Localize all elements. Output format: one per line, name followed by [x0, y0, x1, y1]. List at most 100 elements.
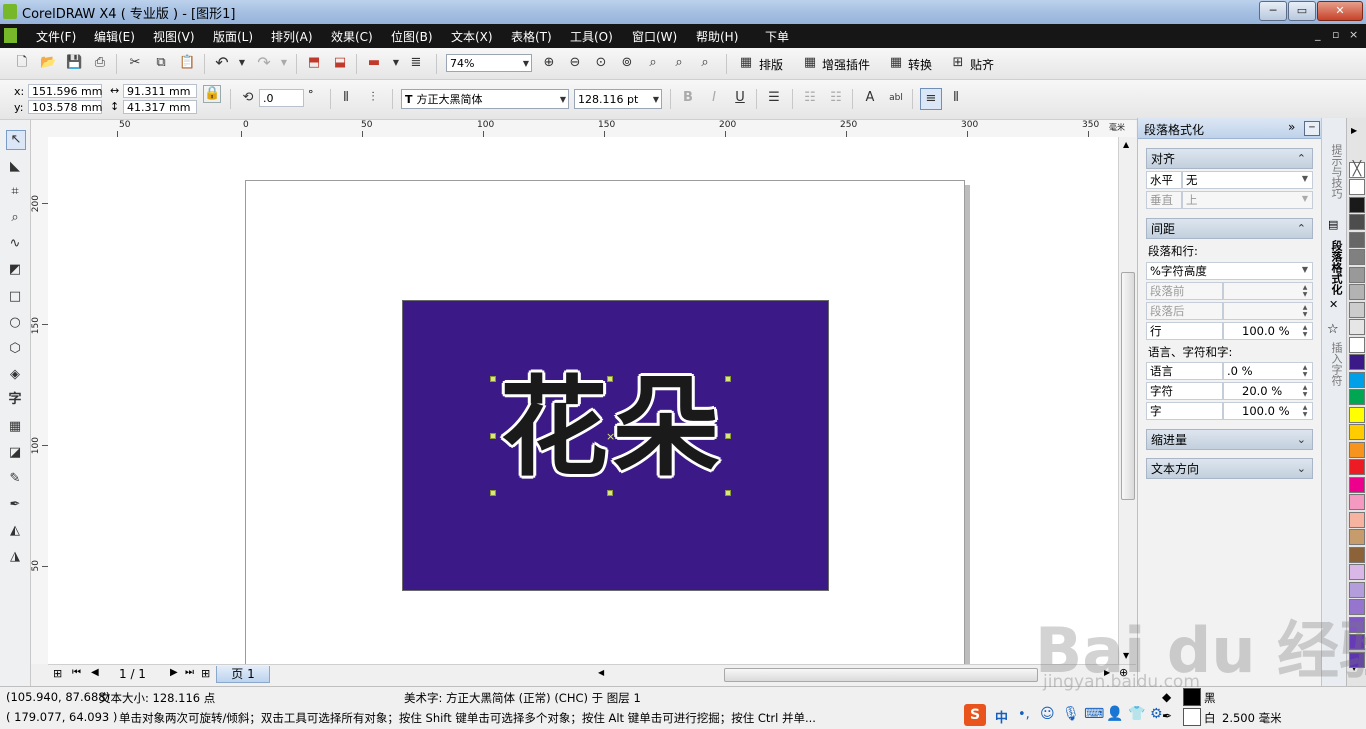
color-swatch[interactable] [1349, 564, 1365, 580]
word-spacing-field[interactable]: 100.0 % ▲ ▼ [1223, 402, 1313, 420]
polygon-tool-icon[interactable]: ⬡ [6, 340, 24, 358]
no-color-swatch[interactable]: ╳ [1349, 162, 1365, 178]
basic-shapes-icon[interactable]: ◈ [6, 366, 24, 384]
new-icon[interactable]: 🗋 [14, 55, 30, 71]
last-page-icon[interactable]: ⏭ [185, 667, 194, 678]
char-spacing-field[interactable]: 20.0 % ▲ ▼ [1223, 382, 1313, 400]
horizontal-text-icon[interactable]: ≡ [920, 88, 942, 110]
drop-cap-icon[interactable]: ☷ [828, 90, 844, 106]
color-swatch[interactable] [1349, 197, 1365, 213]
docker-minimize-button[interactable]: ─ [1304, 121, 1320, 136]
font-family-combo[interactable]: T 方正大黑简体 ▼ [401, 89, 569, 109]
vertical-ruler[interactable]: 200 150 100 50 [31, 137, 49, 664]
print-icon[interactable]: ⎙ [92, 55, 108, 71]
menu-order[interactable]: 下单 [765, 28, 789, 45]
spinner-icon[interactable]: ▲ ▼ [1299, 404, 1311, 418]
spinner-icon[interactable]: ▲ ▼ [1299, 304, 1311, 318]
zoom-tool-icon[interactable]: ⌕ [6, 209, 24, 227]
layout-icon[interactable]: ▦ [738, 55, 754, 71]
convert-button[interactable]: 转换 [908, 56, 932, 73]
selection-handle[interactable] [607, 490, 613, 496]
tab-insert-character[interactable]: 插入字符 [1328, 342, 1344, 386]
selection-handle[interactable] [490, 490, 496, 496]
zoom-width-icon[interactable]: ⌕ [671, 55, 687, 71]
zoom-all-icon[interactable]: ⊚ [619, 55, 635, 71]
artistic-text[interactable]: 花朵 [500, 369, 724, 489]
convert-icon[interactable]: ▦ [888, 55, 904, 71]
color-swatch[interactable] [1349, 267, 1365, 283]
section-align-header[interactable]: 对齐 ⌃ [1146, 148, 1313, 169]
selection-handle[interactable] [490, 433, 496, 439]
enhance-plugin-button[interactable]: 增强插件 [822, 56, 870, 73]
color-swatch[interactable] [1349, 512, 1365, 528]
character-format-icon[interactable]: abl [888, 90, 904, 106]
snap-button[interactable]: 贴齐 [970, 56, 994, 73]
scroll-up-icon[interactable]: ▲ [1123, 140, 1129, 149]
color-swatch[interactable] [1349, 284, 1365, 300]
emoji-icon[interactable]: ☺ [1040, 706, 1055, 722]
zoom-level-combo[interactable]: 74% ▼ [446, 54, 532, 72]
height-field[interactable]: 41.317 mm [123, 100, 197, 114]
menu-arrange[interactable]: 排列(A) [271, 28, 313, 45]
spinner-icon[interactable]: ▲ ▼ [1299, 324, 1311, 338]
crop-tool-icon[interactable]: ⌗ [6, 183, 24, 201]
language-spacing-field[interactable]: .0 % ▲ ▼ [1223, 362, 1313, 380]
menu-layout[interactable]: 版面(L) [213, 28, 253, 45]
redo-icon[interactable]: ↷ [256, 55, 272, 71]
selection-handle[interactable] [725, 490, 731, 496]
cut-icon[interactable]: ✂ [127, 55, 143, 71]
align-horizontal-select[interactable]: 无 ▼ [1182, 171, 1313, 189]
zoom-selected-icon[interactable]: ⊙ [593, 55, 609, 71]
color-swatch[interactable] [1349, 529, 1365, 545]
lock-ratio-icon[interactable]: 🔒 [203, 85, 221, 103]
menu-table[interactable]: 表格(T) [511, 28, 552, 45]
menu-edit[interactable]: 编辑(E) [94, 28, 135, 45]
chevron-down-icon[interactable]: ▼ [234, 55, 250, 71]
plugin-icon[interactable]: ▦ [802, 55, 818, 71]
welcome-screen-icon[interactable]: ≣ [408, 55, 424, 71]
minimize-button[interactable]: ─ [1259, 1, 1287, 21]
bullet-list-icon[interactable]: ☷ [802, 90, 818, 106]
prev-page-icon[interactable]: ◀ [91, 667, 99, 678]
keyboard-icon[interactable]: ⌨ [1084, 706, 1104, 722]
first-page-icon[interactable]: ⏮ [72, 667, 81, 678]
palette-scroll-up-icon[interactable]: ▶ [1351, 126, 1357, 135]
menu-text[interactable]: 文本(X) [451, 28, 493, 45]
spinner-icon[interactable]: ▲ ▼ [1299, 384, 1311, 398]
color-swatch[interactable] [1349, 214, 1365, 230]
import-icon[interactable]: ⬒ [306, 55, 322, 71]
color-swatch[interactable] [1349, 302, 1365, 318]
microphone-icon[interactable]: 🎙 [1062, 706, 1080, 722]
align-vertical-select[interactable]: 上 ▼ [1182, 191, 1313, 209]
text-tool-icon[interactable]: 字 [6, 391, 24, 409]
table-tool-icon[interactable]: ▦ [6, 418, 24, 436]
horizontal-align-icon[interactable]: ☰ [766, 90, 782, 106]
spinner-icon[interactable]: ▲ ▼ [1299, 364, 1311, 378]
zoom-page-icon[interactable]: ⌕ [645, 55, 661, 71]
spacing-unit-select[interactable]: %字符高度 ▼ [1146, 262, 1313, 280]
vertical-text-icon[interactable]: ⦀ [948, 90, 964, 106]
mdi-restore-button[interactable]: ▫ [1332, 28, 1339, 41]
layout-button[interactable]: 排版 [759, 56, 783, 73]
selection-handle[interactable] [607, 376, 613, 382]
menu-view[interactable]: 视图(V) [153, 28, 195, 45]
section-direction-header[interactable]: 文本方向 ⌄ [1146, 458, 1313, 479]
zoom-in-icon[interactable]: ⊕ [541, 55, 557, 71]
next-page-icon[interactable]: ▶ [170, 667, 178, 678]
rectangle-tool-icon[interactable]: □ [6, 288, 24, 306]
spinner-icon[interactable]: ▲ ▼ [1299, 284, 1311, 298]
chevron-down-icon[interactable]: ▼ [388, 55, 404, 71]
chevron-down-icon[interactable]: ▼ [276, 55, 292, 71]
tab-close-icon[interactable]: ✕ [1329, 298, 1338, 311]
selection-handle[interactable] [725, 433, 731, 439]
section-spacing-header[interactable]: 间距 ⌃ [1146, 218, 1313, 239]
before-paragraph-field[interactable]: ▲ ▼ [1223, 282, 1313, 300]
zoom-height-icon[interactable]: ⌕ [697, 55, 713, 71]
color-swatch[interactable] [1349, 232, 1365, 248]
color-swatch[interactable] [1349, 494, 1365, 510]
color-swatch[interactable] [1349, 179, 1365, 195]
rotation-angle-field[interactable]: .0 [259, 89, 304, 107]
snap-icon[interactable]: ⊞ [950, 55, 966, 71]
skin-icon[interactable]: 👤 [1106, 706, 1123, 722]
menu-window[interactable]: 窗口(W) [632, 28, 677, 45]
